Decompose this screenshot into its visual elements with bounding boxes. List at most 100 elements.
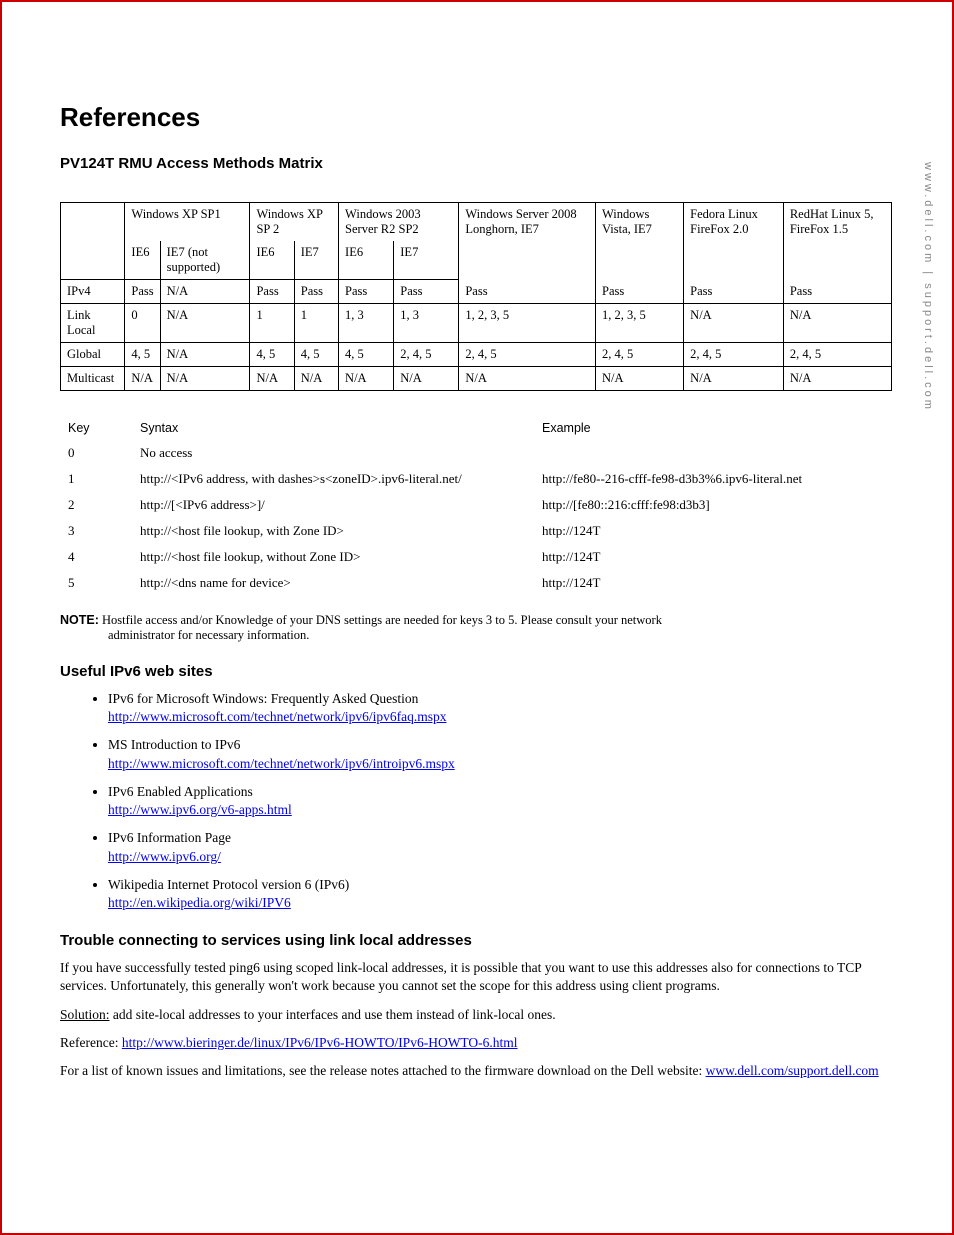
- subcol: IE6: [250, 241, 294, 280]
- matrix-cell: N/A: [160, 280, 250, 304]
- matrix-cell: 2, 4, 5: [783, 343, 891, 367]
- col-redhat: RedHat Linux 5, FireFox 1.5: [783, 203, 891, 280]
- trouble-solution: Solution: add site-local addresses to yo…: [60, 1006, 892, 1024]
- matrix-cell: N/A: [250, 367, 294, 391]
- note-label: NOTE:: [60, 613, 99, 627]
- matrix-cell: 4, 5: [125, 343, 160, 367]
- key-table: Key Syntax Example 0No access1http://<IP…: [60, 415, 892, 597]
- link-title: MS Introduction to IPv6: [108, 737, 240, 752]
- matrix-cell: N/A: [294, 367, 338, 391]
- matrix-cell: 2, 4, 5: [596, 343, 684, 367]
- external-link[interactable]: http://www.ipv6.org/v6-apps.html: [108, 802, 292, 817]
- matrix-cell: 1, 2, 3, 5: [459, 304, 596, 343]
- key-example: http://124T: [536, 545, 890, 569]
- external-link[interactable]: http://www.microsoft.com/technet/network…: [108, 756, 455, 771]
- matrix-cell: Pass: [783, 280, 891, 304]
- note-text: Hostfile access and/or Knowledge of your…: [102, 613, 662, 627]
- matrix-cell: 1, 2, 3, 5: [596, 304, 684, 343]
- subcol: IE7: [294, 241, 338, 280]
- matrix-cell: 4, 5: [339, 343, 394, 367]
- link-item: Wikipedia Internet Protocol version 6 (I…: [108, 876, 892, 912]
- key-header: Key: [62, 417, 132, 439]
- matrix-cell: 1, 3: [394, 304, 459, 343]
- link-item: IPv6 Information Pagehttp://www.ipv6.org…: [108, 829, 892, 865]
- row-label: Global: [61, 343, 125, 367]
- trouble-reference: Reference: http://www.bieringer.de/linux…: [60, 1034, 892, 1052]
- key-num: 3: [62, 519, 132, 543]
- subcol: IE7 (not supported): [160, 241, 250, 280]
- row-label: Link Local: [61, 304, 125, 343]
- key-example: http://fe80--216-cfff-fe98-d3b3%6.ipv6-l…: [536, 467, 890, 491]
- note-text-2: administrator for necessary information.: [60, 628, 892, 643]
- note: NOTE: Hostfile access and/or Knowledge o…: [60, 613, 892, 643]
- dell-support-link[interactable]: www.dell.com/support.dell.com: [706, 1063, 879, 1078]
- key-syntax: http://[<IPv6 address>]/: [134, 493, 534, 517]
- heading-matrix: PV124T RMU Access Methods Matrix: [60, 155, 892, 172]
- useful-links-list: IPv6 for Microsoft Windows: Frequently A…: [108, 690, 892, 912]
- row-label: IPv4: [61, 280, 125, 304]
- matrix-cell: N/A: [125, 367, 160, 391]
- key-example: http://[fe80::216:cfff:fe98:d3b3]: [536, 493, 890, 517]
- key-example: [536, 441, 890, 465]
- matrix-cell: 1, 3: [339, 304, 394, 343]
- matrix-cell: N/A: [459, 367, 596, 391]
- reference-label: Reference:: [60, 1035, 122, 1050]
- heading-trouble: Trouble connecting to services using lin…: [60, 932, 892, 949]
- matrix-cell: N/A: [339, 367, 394, 391]
- heading-references: References: [60, 102, 892, 133]
- external-link[interactable]: http://www.ipv6.org/: [108, 849, 221, 864]
- link-title: IPv6 Enabled Applications: [108, 784, 253, 799]
- trouble-para-1: If you have successfully tested ping6 us…: [60, 959, 892, 995]
- matrix-cell: N/A: [783, 367, 891, 391]
- col-win2008: Windows Server 2008 Longhorn, IE7: [459, 203, 596, 280]
- matrix-cell: 2, 4, 5: [684, 343, 784, 367]
- p3-text: For a list of known issues and limitatio…: [60, 1063, 706, 1078]
- matrix-cell: N/A: [394, 367, 459, 391]
- matrix-cell: 2, 4, 5: [459, 343, 596, 367]
- link-title: IPv6 for Microsoft Windows: Frequently A…: [108, 691, 418, 706]
- page-content: References PV124T RMU Access Methods Mat…: [2, 2, 952, 1130]
- key-example: http://124T: [536, 519, 890, 543]
- matrix-cell: Pass: [684, 280, 784, 304]
- col-winxpsp1: Windows XP SP1: [125, 203, 250, 242]
- subcol: IE6: [125, 241, 160, 280]
- matrix-cell: N/A: [783, 304, 891, 343]
- key-syntax: http://<host file lookup, without Zone I…: [134, 545, 534, 569]
- key-num: 1: [62, 467, 132, 491]
- key-syntax: http://<IPv6 address, with dashes>s<zone…: [134, 467, 534, 491]
- sidebar-url: www.dell.com | support.dell.com: [922, 162, 934, 412]
- matrix-cell: Pass: [294, 280, 338, 304]
- key-syntax: http://<host file lookup, with Zone ID>: [134, 519, 534, 543]
- heading-useful-sites: Useful IPv6 web sites: [60, 663, 892, 680]
- matrix-cell: N/A: [684, 367, 784, 391]
- col-fedora: Fedora Linux FireFox 2.0: [684, 203, 784, 280]
- key-syntax: No access: [134, 441, 534, 465]
- matrix-cell: N/A: [160, 304, 250, 343]
- external-link[interactable]: http://en.wikipedia.org/wiki/IPV6: [108, 895, 291, 910]
- subcol: IE7: [394, 241, 459, 280]
- key-num: 4: [62, 545, 132, 569]
- matrix-cell: N/A: [684, 304, 784, 343]
- matrix-cell: N/A: [160, 367, 250, 391]
- key-num: 0: [62, 441, 132, 465]
- col-vista: Windows Vista, IE7: [596, 203, 684, 280]
- matrix-cell: 0: [125, 304, 160, 343]
- syntax-header: Syntax: [134, 417, 534, 439]
- key-num: 5: [62, 571, 132, 595]
- key-syntax: http://<dns name for device>: [134, 571, 534, 595]
- col-win2003: Windows 2003 Server R2 SP2: [339, 203, 459, 242]
- matrix-cell: Pass: [250, 280, 294, 304]
- matrix-cell: 4, 5: [294, 343, 338, 367]
- subcol: IE6: [339, 241, 394, 280]
- trouble-para-3: For a list of known issues and limitatio…: [60, 1062, 892, 1080]
- matrix-cell: Pass: [339, 280, 394, 304]
- solution-text: add site-local addresses to your interfa…: [110, 1007, 556, 1022]
- matrix-cell: 1: [294, 304, 338, 343]
- link-item: IPv6 Enabled Applications http://www.ipv6…: [108, 783, 892, 819]
- external-link[interactable]: http://www.microsoft.com/technet/network…: [108, 709, 446, 724]
- link-item: IPv6 for Microsoft Windows: Frequently A…: [108, 690, 892, 726]
- reference-link[interactable]: http://www.bieringer.de/linux/IPv6/IPv6-…: [122, 1035, 518, 1050]
- link-item: MS Introduction to IPv6 http://www.micros…: [108, 736, 892, 772]
- key-example: http://124T: [536, 571, 890, 595]
- matrix-cell: 1: [250, 304, 294, 343]
